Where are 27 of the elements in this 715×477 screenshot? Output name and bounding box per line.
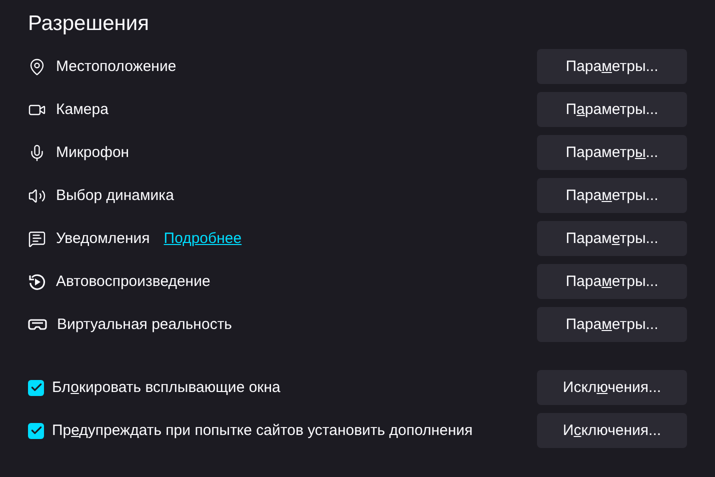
settings-button[interactable]: Параметры... xyxy=(537,178,687,213)
option-label: Блокировать всплывающие окна xyxy=(52,379,280,396)
settings-button[interactable]: Параметры... xyxy=(537,92,687,127)
speaker-icon xyxy=(28,186,46,204)
permission-label: Камера xyxy=(56,101,108,118)
permission-label: Виртуальная реальность xyxy=(57,316,232,333)
settings-button[interactable]: Параметры... xyxy=(537,264,687,299)
checkbox[interactable] xyxy=(28,380,44,396)
autoplay-icon xyxy=(28,272,46,290)
checkbox[interactable] xyxy=(28,422,44,438)
location-pin-icon xyxy=(28,58,46,76)
permission-label: Уведомления xyxy=(56,230,150,247)
exceptions-button[interactable]: Исключения... xyxy=(537,413,687,448)
permission-label: Автовоспроизведение xyxy=(56,273,210,290)
learn-more-link[interactable]: Подробнее xyxy=(164,230,242,247)
permission-label: Выбор динамика xyxy=(56,187,174,204)
permission-label: Микрофон xyxy=(56,144,130,161)
message-icon xyxy=(28,230,46,248)
option-label: Предупреждать при попытке сайтов установить дополнения xyxy=(52,422,473,439)
permission-label: Местоположение xyxy=(56,58,176,75)
settings-button[interactable]: Параметры... xyxy=(537,49,687,84)
section-title: Разрешения xyxy=(28,12,150,36)
settings-button[interactable]: Параметры... xyxy=(537,307,687,342)
microphone-icon xyxy=(28,144,46,162)
settings-button[interactable]: Параметры... xyxy=(537,135,687,170)
settings-button[interactable]: Параметры... xyxy=(537,221,687,256)
exceptions-button[interactable]: Исключения... xyxy=(537,370,687,405)
